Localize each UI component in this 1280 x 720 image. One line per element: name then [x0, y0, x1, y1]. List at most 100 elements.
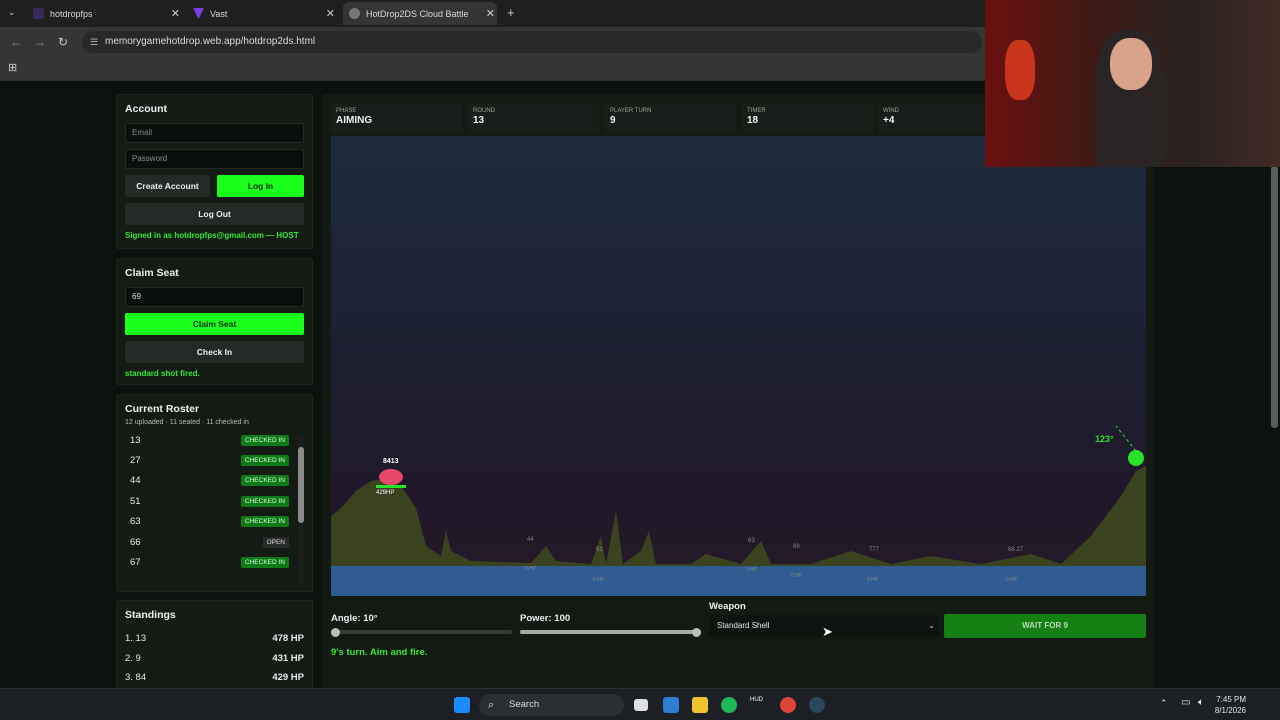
roster-scroll-thumb[interactable] [298, 447, 304, 523]
page-scrollbar-thumb[interactable] [1271, 166, 1278, 428]
reload-icon[interactable]: ↻ [58, 35, 68, 49]
taskbar-clock[interactable]: 7:45 PM 8/1/2026 [1215, 694, 1246, 716]
right-tank [1128, 450, 1144, 466]
log-in-button[interactable]: Log In [217, 175, 304, 197]
windows-start-icon[interactable] [454, 697, 470, 713]
seat-number: 51 [130, 495, 141, 507]
status-badge: CHECKED IN [240, 434, 289, 446]
tab-label: hotdropfps [50, 8, 93, 19]
log-out-button[interactable]: Log Out [125, 203, 304, 225]
roster-panel: Current Roster 12 uploaded · 11 seated ·… [116, 394, 313, 592]
clock-time: 7:45 PM [1216, 695, 1246, 704]
claim-seat-button[interactable]: Claim Seat [125, 313, 304, 335]
tab-search-chevron-icon[interactable]: ⌄ [8, 7, 16, 18]
roster-row: 51 CHECKED IN [125, 491, 295, 511]
fire-button[interactable]: WAIT FOR 9 [944, 614, 1146, 638]
ghost-label: 44 [527, 537, 534, 543]
back-arrow-icon[interactable]: ← [10, 35, 22, 49]
seat-number: 13 [130, 434, 141, 446]
search-icon: ⌕ [488, 699, 495, 711]
status-badge: CHECKED IN [240, 557, 289, 569]
close-tab-icon[interactable]: ✕ [326, 7, 335, 20]
webcam-lamp [1005, 40, 1035, 100]
roster-row: 63 CHECKED IN [125, 512, 295, 532]
site-info-icon[interactable]: ☰ [90, 31, 98, 53]
tab-hotdrop2ds[interactable]: HotDrop2DS Cloud Battle ✕ [343, 2, 497, 25]
power-slider-knob[interactable] [692, 627, 701, 637]
file-explorer-icon[interactable] [692, 697, 708, 713]
steam-icon[interactable] [809, 697, 825, 713]
signed-in-status: Signed in as hotdropfps@gmail.com — HOST [125, 231, 299, 240]
chevron-down-icon: ⌄ [928, 621, 935, 630]
stat-round: ROUND 13 [468, 103, 599, 133]
create-account-button[interactable]: Create Account [125, 175, 211, 197]
apps-grid-icon[interactable]: ⊞ [8, 61, 17, 74]
standing-row: 1. 13 478 HP [125, 629, 304, 649]
check-in-button[interactable]: Check In [125, 341, 304, 363]
claim-seat-panel: Claim Seat 69 Claim Seat Check In standa… [116, 258, 313, 385]
roster-row: 13 CHECKED IN [125, 430, 295, 450]
webcam-overlay [985, 0, 1280, 167]
status-badge: CHECKED IN [240, 475, 289, 487]
standing-hp: 478 HP [272, 633, 304, 645]
seat-number-field[interactable]: 69 [125, 287, 304, 307]
forward-arrow-icon[interactable]: → [34, 35, 46, 49]
close-tab-icon[interactable]: ✕ [171, 7, 180, 20]
power-slider[interactable] [520, 627, 701, 637]
weapon-selected: Standard Shell [717, 621, 770, 630]
status-badge: CHECKED IN [240, 495, 289, 507]
ghost-hp: 0 HP [1006, 577, 1018, 583]
angle-slider-knob[interactable] [331, 627, 340, 637]
standing-row: 2. 9 431 HP [125, 649, 304, 669]
roster-scrollbar[interactable] [298, 437, 304, 583]
network-icon[interactable]: ▭ [1181, 697, 1190, 708]
ghost-label: 63 [748, 538, 755, 544]
standing-hp: 429 HP [272, 672, 304, 684]
seat-number: 44 [130, 475, 141, 487]
roster-row: 27 CHECKED IN [125, 450, 295, 470]
stat-player-turn: PLAYER TURN 9 [605, 103, 736, 133]
globe-favicon-icon [349, 8, 360, 19]
angle-slider[interactable] [331, 627, 512, 637]
ghost-label: 88 27 [1008, 547, 1024, 553]
password-field[interactable]: Password [125, 149, 304, 169]
roster-list[interactable]: 13 CHECKED IN 27 CHECKED IN 44 CHECKED IN 5… [125, 430, 295, 573]
standing-rank: 3. 84 [125, 672, 147, 684]
left-tank-hp: 429HP [376, 490, 395, 496]
volume-icon[interactable]: 🔈︎ [1198, 697, 1204, 708]
url-input[interactable]: ☰ memorygamehotdrop.web.app/hotdrop2ds.h… [82, 31, 982, 53]
account-panel: Account Email Password Create Account Lo… [116, 94, 313, 249]
right-tank-angle: 123° [1095, 434, 1114, 444]
chrome-icon[interactable] [780, 697, 796, 713]
standing-row: 3. 84 429 HP [125, 668, 304, 688]
tray-chevron-up-icon[interactable]: ⌃ [1160, 698, 1168, 709]
ghost-hp: 0 HP [867, 577, 879, 583]
vast-favicon-icon [193, 8, 204, 19]
tab-hotdropfps[interactable]: hotdropfps ✕ [27, 2, 182, 25]
email-field[interactable]: Email [125, 123, 304, 143]
roster-row: 44 CHECKED IN [125, 471, 295, 491]
tab-label: Vast [210, 8, 228, 19]
ghost-hp: 0 HP [791, 573, 803, 579]
hudfx-icon[interactable]: HUD [750, 697, 766, 713]
close-tab-icon[interactable]: ✕ [486, 7, 495, 20]
roster-summary: 12 uploaded · 11 seated · 11 checked in [125, 419, 249, 426]
game-canvas[interactable]: 8413 429HP 123° 44 51 63 69 777 88 27 0 … [331, 136, 1146, 596]
spotify-icon[interactable] [721, 697, 737, 713]
tab-vast[interactable]: Vast ✕ [187, 2, 337, 25]
tab-label: HotDrop2DS Cloud Battle [366, 8, 469, 19]
status-badge: CHECKED IN [240, 516, 289, 528]
taskbar-search[interactable]: ⌕ Search [479, 694, 624, 716]
left-tank [379, 469, 403, 485]
standing-rank: 2. 9 [125, 652, 141, 664]
roster-title: Current Roster [125, 403, 200, 415]
ghost-label: 777 [869, 547, 880, 553]
seat-number: 63 [130, 516, 141, 528]
task-view-icon[interactable] [634, 699, 648, 711]
new-tab-button[interactable]: + [507, 5, 515, 20]
mouse-cursor-icon: ➤ [822, 624, 833, 639]
seat-number: 27 [130, 455, 141, 467]
power-label: Power: 100 [520, 613, 571, 624]
notepad-icon[interactable] [663, 697, 679, 713]
claim-seat-title: Claim Seat [125, 267, 179, 279]
